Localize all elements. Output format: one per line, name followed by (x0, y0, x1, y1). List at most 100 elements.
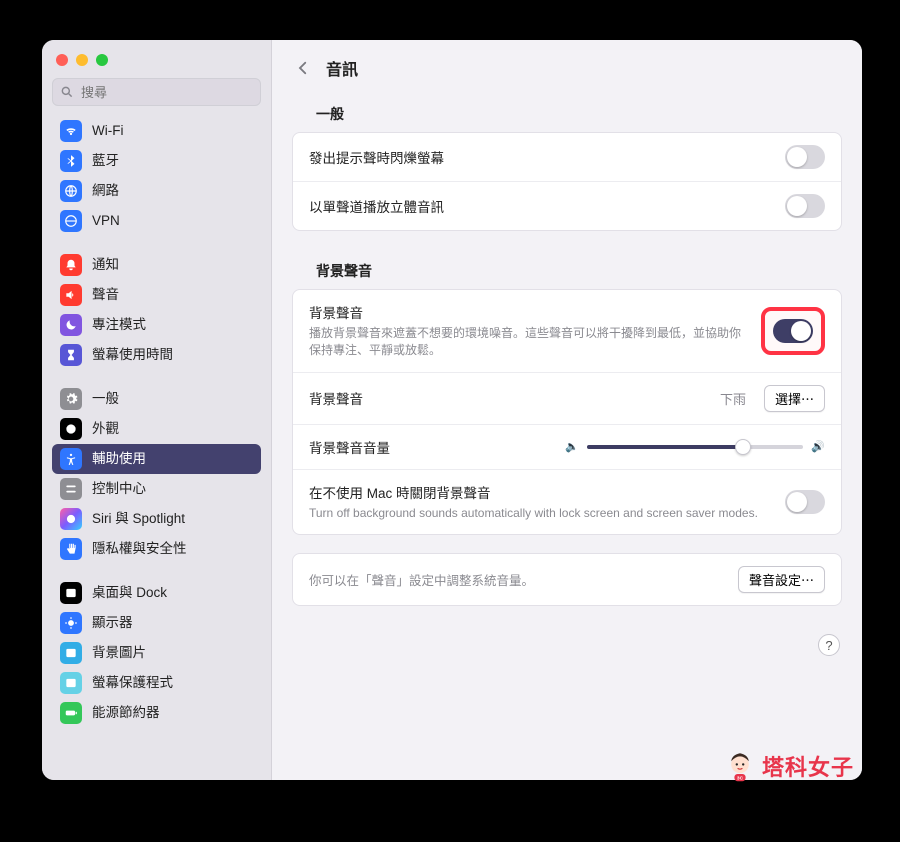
sidebar-item-label: 螢幕使用時間 (92, 344, 173, 366)
accessibility-icon (60, 448, 82, 470)
sidebar-item-label: 藍牙 (92, 150, 119, 172)
help-button[interactable]: ? (818, 634, 840, 656)
slider-thumb[interactable] (735, 439, 751, 455)
bg-auto-off-label: 在不使用 Mac 時關閉背景聲音 (309, 482, 773, 502)
sidebar-item-label: 網路 (92, 180, 119, 202)
footnote-text: 你可以在「聲音」設定中調整系統音量。 (309, 570, 726, 589)
header: 音訊 (272, 40, 862, 92)
sidebar-item-label: 控制中心 (92, 478, 146, 500)
bg-volume-label: 背景聲音音量 (309, 437, 553, 457)
siri-icon (60, 508, 82, 530)
battery-icon (60, 702, 82, 724)
zoom-window-button[interactable] (96, 54, 108, 66)
sidebar-item-general[interactable]: 一般 (52, 384, 261, 414)
bg-sound-choose-button[interactable]: 選擇⋯ (764, 385, 825, 412)
sidebar-item-displays[interactable]: 顯示器 (52, 608, 261, 638)
hand-icon (60, 538, 82, 560)
sidebar-group-network: Wi-Fi 藍牙 網路 VPN (52, 116, 261, 236)
sidebar-item-vpn[interactable]: VPN (52, 206, 261, 236)
sidebar-item-label: Siri 與 Spotlight (92, 508, 185, 530)
flash-screen-label: 發出提示聲時閃爍螢幕 (309, 147, 773, 167)
sidebar-item-label: 輔助使用 (92, 448, 146, 470)
sidebar-item-notifications[interactable]: 通知 (52, 250, 261, 280)
window-controls (52, 50, 261, 78)
sidebar-item-label: 桌面與 Dock (92, 582, 167, 604)
sidebar-item-label: 螢幕保護程式 (92, 672, 173, 694)
sidebar-item-label: VPN (92, 210, 120, 232)
bg-enable-label: 背景聲音 (309, 302, 749, 322)
sidebar-item-screensaver[interactable]: 螢幕保護程式 (52, 668, 261, 698)
sidebar-item-privacy[interactable]: 隱私權與安全性 (52, 534, 261, 564)
sidebar-item-label: Wi-Fi (92, 120, 123, 142)
main-content: 音訊 一般 發出提示聲時閃爍螢幕 以單聲道播放立體音訊 背景聲音 背景聲音 播放… (272, 40, 862, 780)
sidebar-item-focus[interactable]: 專注模式 (52, 310, 261, 340)
row-footnote: 你可以在「聲音」設定中調整系統音量。 聲音設定⋯ (293, 554, 841, 605)
annotation-highlight (761, 307, 825, 355)
sidebar-group-personal: 通知 聲音 專注模式 螢幕使用時間 (52, 250, 261, 370)
mono-audio-toggle[interactable] (785, 194, 825, 218)
sidebar-item-wifi[interactable]: Wi-Fi (52, 116, 261, 146)
mono-audio-label: 以單聲道播放立體音訊 (309, 196, 773, 216)
flash-screen-toggle[interactable] (785, 145, 825, 169)
bg-enable-description: 播放背景聲音來遮蓋不想要的環境噪音。這些聲音可以將干擾降到最低，並協助你保持專注… (309, 325, 749, 360)
panel-general: 發出提示聲時閃爍螢幕 以單聲道播放立體音訊 (292, 132, 842, 231)
settings-window: Wi-Fi 藍牙 網路 VPN 通知 聲音 (42, 40, 862, 780)
sidebar-item-label: 外觀 (92, 418, 119, 440)
sidebar-item-accessibility[interactable]: 輔助使用 (52, 444, 261, 474)
sidebar-group-desktop: 桌面與 Dock 顯示器 背景圖片 螢幕保護程式 能源節約器 (52, 578, 261, 728)
sound-settings-button[interactable]: 聲音設定⋯ (738, 566, 825, 593)
section-general-title: 一般 (272, 92, 862, 132)
sidebar-item-label: 通知 (92, 254, 119, 276)
sidebar-item-appearance[interactable]: 外觀 (52, 414, 261, 444)
sidebar-item-energy[interactable]: 能源節約器 (52, 698, 261, 728)
sidebar-item-siri[interactable]: Siri 與 Spotlight (52, 504, 261, 534)
bg-sound-value: 下雨 (720, 389, 746, 408)
search-icon (60, 85, 74, 99)
bg-auto-off-description: Turn off background sounds automatically… (309, 505, 773, 522)
sidebar: Wi-Fi 藍牙 網路 VPN 通知 聲音 (42, 40, 272, 780)
close-window-button[interactable] (56, 54, 68, 66)
appearance-icon (60, 418, 82, 440)
sidebar-item-control-center[interactable]: 控制中心 (52, 474, 261, 504)
sidebar-item-label: 專注模式 (92, 314, 146, 336)
sidebar-group-system: 一般 外觀 輔助使用 控制中心 Siri 與 Spotlight 隱私權與安全性 (52, 384, 261, 564)
bluetooth-icon (60, 150, 82, 172)
sidebar-item-screentime[interactable]: 螢幕使用時間 (52, 340, 261, 370)
search-field[interactable] (52, 78, 261, 106)
sidebar-item-label: 背景圖片 (92, 642, 146, 664)
sidebar-item-label: 能源節約器 (92, 702, 160, 724)
wifi-icon (60, 120, 82, 142)
speaker-low-icon: 🔈 (565, 440, 579, 453)
row-flash-screen: 發出提示聲時閃爍螢幕 (293, 133, 841, 182)
gear-icon (60, 388, 82, 410)
bg-volume-slider[interactable] (587, 445, 804, 449)
sidebar-item-label: 隱私權與安全性 (92, 538, 187, 560)
bell-icon (60, 254, 82, 276)
bg-volume-slider-container: 🔈 🔊 (565, 440, 825, 453)
speaker-icon (60, 284, 82, 306)
sidebar-item-bluetooth[interactable]: 藍牙 (52, 146, 261, 176)
bg-auto-off-toggle[interactable] (785, 490, 825, 514)
search-input[interactable] (52, 78, 261, 106)
sidebar-item-label: 一般 (92, 388, 119, 410)
hourglass-icon (60, 344, 82, 366)
row-mono-audio: 以單聲道播放立體音訊 (293, 182, 841, 230)
sidebar-item-label: 顯示器 (92, 612, 133, 634)
sidebar-item-wallpaper[interactable]: 背景圖片 (52, 638, 261, 668)
sidebar-item-sound[interactable]: 聲音 (52, 280, 261, 310)
bg-enable-toggle[interactable] (773, 319, 813, 343)
globe-icon (60, 180, 82, 202)
moon-icon (60, 314, 82, 336)
back-button[interactable] (294, 59, 312, 77)
section-bg-title: 背景聲音 (272, 249, 862, 289)
sliders-icon (60, 478, 82, 500)
page-title: 音訊 (326, 56, 358, 80)
screensaver-icon (60, 672, 82, 694)
sidebar-item-network[interactable]: 網路 (52, 176, 261, 206)
row-bg-sound-select: 背景聲音 下雨 選擇⋯ (293, 373, 841, 425)
sidebar-item-desktop-dock[interactable]: 桌面與 Dock (52, 578, 261, 608)
display-icon (60, 612, 82, 634)
wallpaper-icon (60, 642, 82, 664)
minimize-window-button[interactable] (76, 54, 88, 66)
row-bg-auto-off: 在不使用 Mac 時關閉背景聲音 Turn off background sou… (293, 470, 841, 534)
